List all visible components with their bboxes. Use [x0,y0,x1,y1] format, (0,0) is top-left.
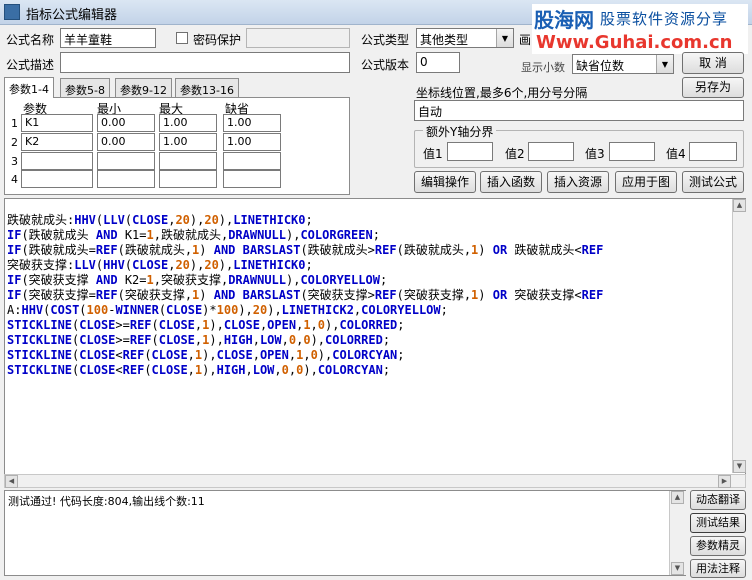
test-result-button[interactable]: 测试结果 [690,513,746,533]
param-default-field[interactable]: 1.00 [223,114,281,132]
param-max-field[interactable] [159,152,217,170]
code-line[interactable]: IF(跌破就成头=REF(跌破就成头,1) AND BARSLAST(跌破就成头… [7,243,745,258]
scroll-up-icon[interactable]: ▲ [671,491,684,504]
chevron-down-icon: ▼ [656,55,673,73]
param-name-field[interactable] [21,170,93,188]
code-line[interactable]: IF(突破获支撑=REF(突破获支撑,1) AND BARSLAST(突破获支撑… [7,288,745,303]
type-select[interactable]: 其他类型 ▼ [416,28,514,48]
tab-params-5-8[interactable]: 参数5-8 [60,78,110,97]
param-max-field[interactable] [159,170,217,188]
name-label: 公式名称 [6,33,55,47]
param-name-field[interactable]: K2 [21,133,93,151]
param-row-number: 4 [11,173,18,186]
insert-resource-button[interactable]: 插入资源 [547,171,609,193]
scroll-up-icon[interactable]: ▲ [733,199,746,212]
param-default-field[interactable] [223,170,281,188]
save-as-button[interactable]: 另存为 [682,77,744,98]
type-label: 公式类型 [361,33,410,47]
watermark-brand: 股海网 [534,8,594,32]
code-line[interactable]: IF(跌破就成头 AND K1=1,跌破就成头,DRAWNULL),COLORG… [7,228,745,243]
insert-function-button[interactable]: 插入函数 [480,171,542,193]
tab-params-9-12[interactable]: 参数9-12 [115,78,172,97]
param-name-field[interactable]: K1 [21,114,93,132]
param-min-field[interactable] [97,152,155,170]
param-row-number: 1 [11,117,18,130]
code-line[interactable]: STICKLINE(CLOSE<REF(CLOSE,1),CLOSE,OPEN,… [7,348,745,363]
code-line[interactable]: A:HHV(COST(100-WINNER(CLOSE)*100),20),LI… [7,303,745,318]
version-field[interactable]: 0 [416,52,460,73]
extra-value-field[interactable] [528,142,574,161]
code-line[interactable]: 突破获支撑:LLV(HHV(CLOSE,20),20),LINETHICK0; [7,258,745,273]
param-row-number: 2 [11,136,18,149]
code-line[interactable]: STICKLINE(CLOSE<REF(CLOSE,1),HIGH,LOW,0,… [7,363,745,378]
extra-value-field[interactable] [609,142,655,161]
code-line[interactable]: STICKLINE(CLOSE>=REF(CLOSE,1),HIGH,LOW,0… [7,333,745,348]
watermark-tagline: 股票软件资源分享 [600,10,729,28]
extra-value-label: 值2 [505,147,525,161]
name-field[interactable]: 羊羊童鞋 [60,28,156,48]
extra-y-axis-group: 额外Y轴分界 值1 值2 值3 值4 [414,123,744,168]
extra-value-field[interactable] [689,142,737,161]
app-icon [4,4,20,20]
editor-vertical-scrollbar[interactable]: ▲ ▼ [732,199,746,473]
extra-value-field[interactable] [447,142,493,161]
scroll-down-icon[interactable]: ▼ [671,562,684,575]
decimal-select-value: 缺省位数 [576,59,625,73]
scroll-left-icon[interactable]: ◀ [5,475,18,488]
output-panel: 测试通过! 代码长度:804,输出线个数:11 [4,490,686,576]
decimal-select[interactable]: 缺省位数 ▼ [572,54,674,74]
version-label: 公式版本 [361,58,410,72]
extra-value-label: 值1 [423,147,443,161]
axis-field[interactable]: 自动 [414,100,744,121]
edit-operation-button[interactable]: 编辑操作 [414,171,476,193]
apply-to-chart-button[interactable]: 应用于图 [615,171,677,193]
param-min-field[interactable]: 0.00 [97,133,155,151]
decimal-label: 显示小数 [521,61,565,74]
code-editor[interactable]: 跌破就成头:HHV(LLV(CLOSE,20),20),LINETHICK0; I… [4,198,746,488]
param-max-field[interactable]: 1.00 [159,114,217,132]
usage-notes-button[interactable]: 用法注释 [690,559,746,578]
scroll-right-icon[interactable]: ▶ [718,475,731,488]
param-row-number: 3 [11,155,18,168]
tab-params-13-16[interactable]: 参数13-16 [175,78,239,97]
password-checkbox[interactable] [176,32,188,44]
axis-label: 坐标线位置,最多6个,用分号分隔 [416,86,588,100]
cancel-button[interactable]: 取 消 [682,52,744,74]
editor-horizontal-scrollbar[interactable]: ◀ ▶ [4,474,746,488]
param-panel: 参数 最小 最大 缺省 1 K1 0.00 1.00 1.00 2 K2 0.0… [4,97,350,195]
param-default-field[interactable]: 1.00 [223,133,281,151]
param-max-field[interactable]: 1.00 [159,133,217,151]
desc-field[interactable] [60,52,350,73]
draw-label: 画 [519,33,532,47]
chevron-down-icon: ▼ [496,29,513,47]
param-wizard-button[interactable]: 参数精灵 [690,536,746,556]
dynamic-translate-button[interactable]: 动态翻译 [690,490,746,510]
watermark-url: Www.Guhai.com.cn [536,32,733,53]
type-select-value: 其他类型 [420,33,469,47]
param-min-field[interactable]: 0.00 [97,114,155,132]
extra-value-label: 值3 [585,147,605,161]
tab-params-1-4[interactable]: 参数1-4 [4,77,54,98]
password-field[interactable] [246,28,350,48]
output-text: 测试通过! 代码长度:804,输出线个数:11 [8,495,205,508]
code-line[interactable]: IF(突破获支撑 AND K2=1,突破获支撑,DRAWNULL),COLORY… [7,273,745,288]
param-min-field[interactable] [97,170,155,188]
output-scrollbar[interactable]: ▲ ▼ [669,491,686,575]
extra-y-axis-title: 额外Y轴分界 [423,123,497,140]
scroll-down-icon[interactable]: ▼ [733,460,746,473]
watermark-banner: 股海网 股票软件资源分享 Www.Guhai.com.cn [532,4,748,54]
code-line[interactable]: 跌破就成头:HHV(LLV(CLOSE,20),20),LINETHICK0; [7,213,745,228]
code-line[interactable]: STICKLINE(CLOSE>=REF(CLOSE,1),CLOSE,OPEN… [7,318,745,333]
extra-value-label: 值4 [666,147,686,161]
desc-label: 公式描述 [6,58,55,72]
password-label: 密码保护 [193,33,242,47]
window-title: 指标公式编辑器 [26,8,118,23]
test-formula-button[interactable]: 测试公式 [682,171,744,193]
param-default-field[interactable] [223,152,281,170]
param-name-field[interactable] [21,152,93,170]
